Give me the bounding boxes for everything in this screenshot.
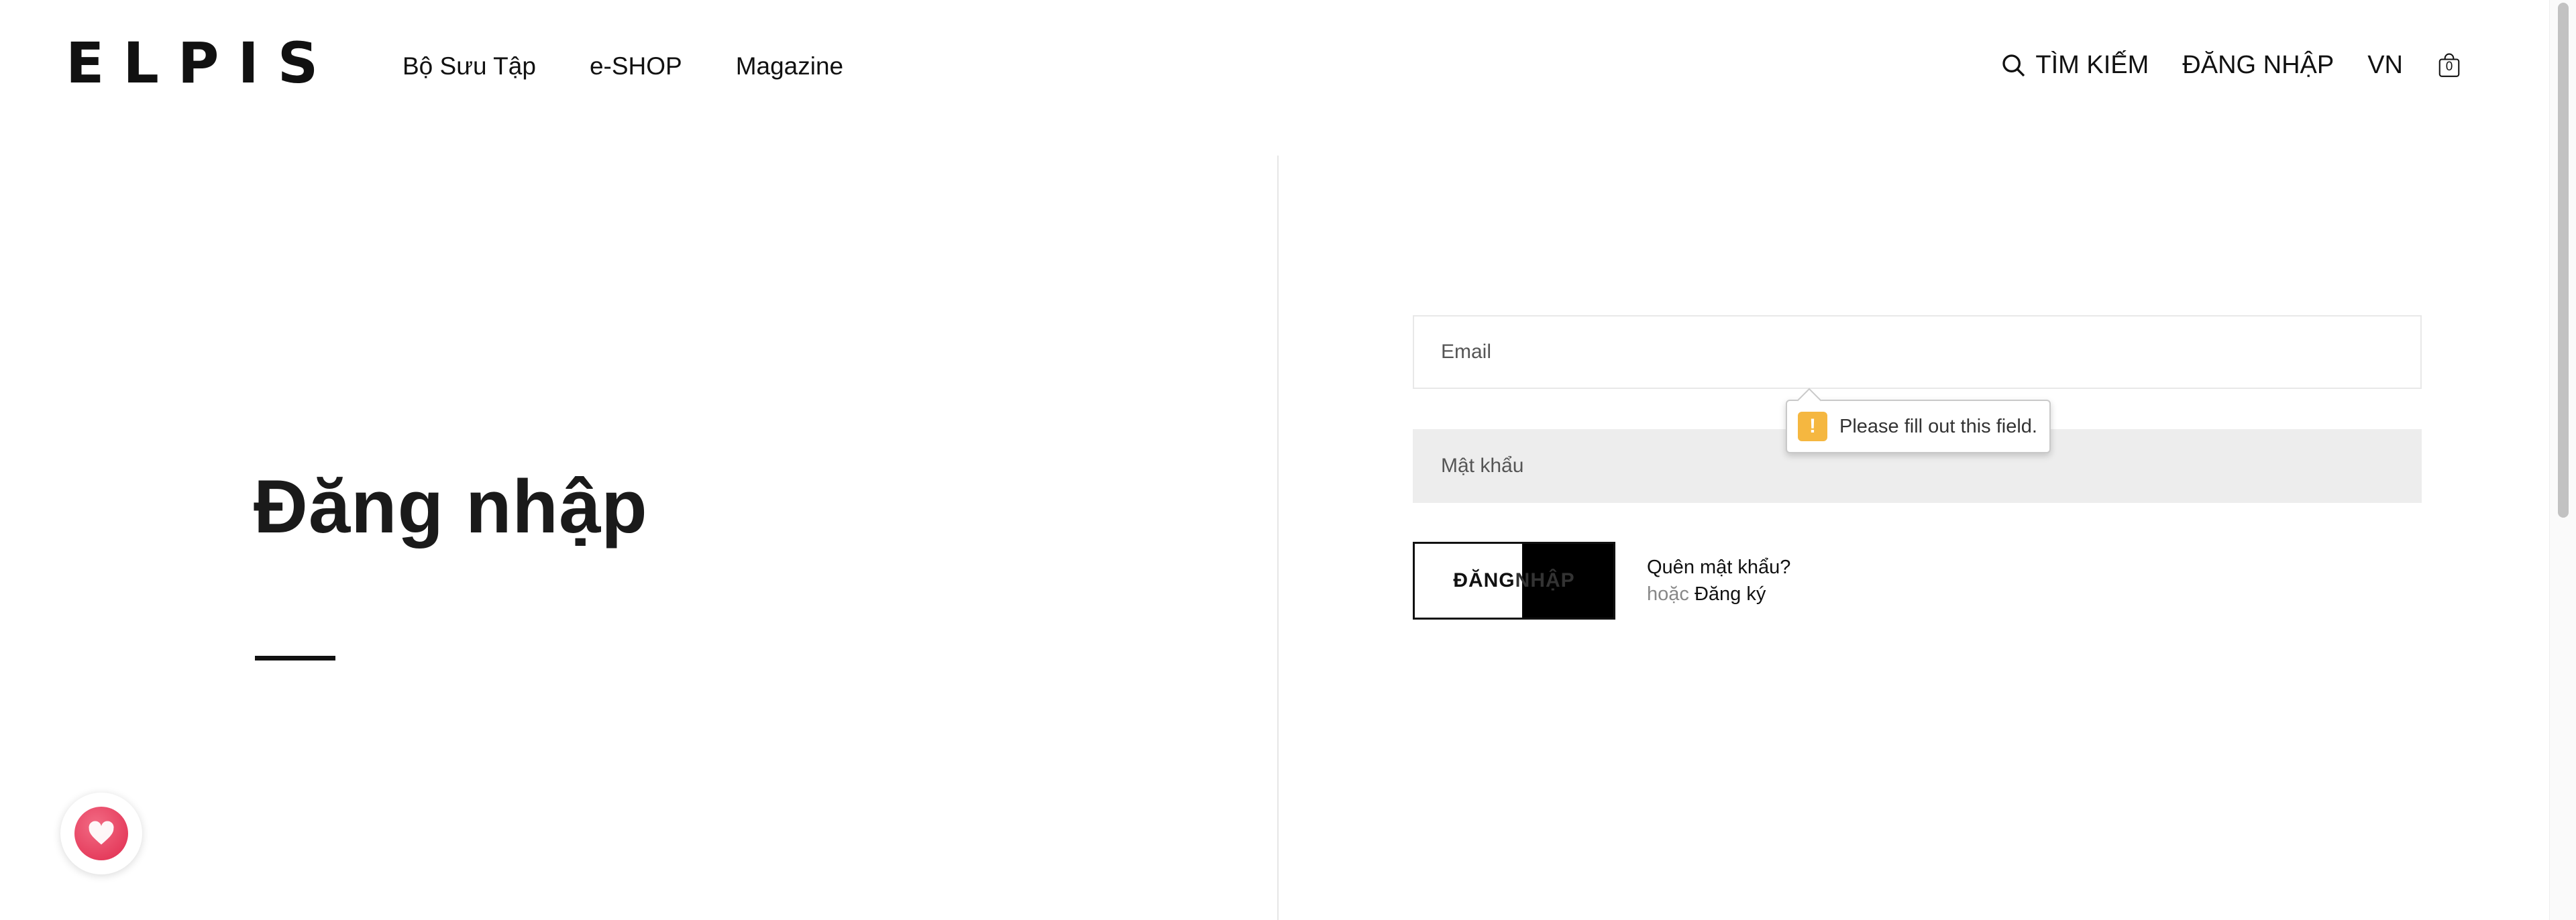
login-link[interactable]: ĐĂNG NHẬP <box>2182 51 2334 80</box>
page-title: Đăng nhập <box>254 465 648 549</box>
panel-divider <box>1277 156 1279 920</box>
search-icon <box>2002 54 2025 76</box>
forgot-password-link[interactable]: Quên mật khẩu? <box>1647 554 1790 581</box>
search-label: TÌM KIẾM <box>2035 51 2149 79</box>
nav-item-magazine[interactable]: Magazine <box>736 52 843 80</box>
title-underline <box>255 656 335 660</box>
wishlist-button[interactable] <box>60 793 142 874</box>
cart-count: 0 <box>2445 59 2453 74</box>
scrollbar-thumb[interactable] <box>2558 3 2569 518</box>
validation-message: Please fill out this field. <box>1839 415 2037 437</box>
brand-logo[interactable]: ELPIS <box>66 35 337 91</box>
wishlist-badge <box>74 807 128 860</box>
submit-label-part2: NHẬP <box>1515 569 1575 591</box>
email-field[interactable] <box>1413 315 2422 389</box>
register-link[interactable]: Đăng ký <box>1695 583 1766 605</box>
or-text: hoặc <box>1647 583 1689 605</box>
site-header: ELPIS Bộ Sưu Tập e-SHOP Magazine TÌM KIẾ… <box>0 0 2549 134</box>
language-switch[interactable]: VN <box>2367 51 2403 80</box>
validation-tooltip: ! Please fill out this field. <box>1786 400 2051 453</box>
nav-item-collections[interactable]: Bộ Sưu Tập <box>402 52 536 80</box>
cart-button[interactable]: 0 <box>2436 53 2462 78</box>
header-actions: TÌM KIẾM ĐĂNG NHẬP VN 0 <box>2000 51 2462 80</box>
main-nav: Bộ Sưu Tập e-SHOP Magazine <box>402 52 843 80</box>
nav-item-eshop[interactable]: e-SHOP <box>590 52 682 80</box>
search-button[interactable]: TÌM KIẾM <box>2000 51 2149 80</box>
login-submit-button[interactable]: ĐĂNG NHẬP <box>1413 542 1615 620</box>
auth-links: Quên mật khẩu? hoặc Đăng ký <box>1647 554 1790 608</box>
warning-icon: ! <box>1798 412 1827 441</box>
register-line: hoặc Đăng ký <box>1647 581 1790 608</box>
page-scrollbar[interactable] <box>2549 0 2576 920</box>
submit-label-part1: ĐĂNG <box>1453 569 1515 591</box>
heart-icon <box>89 821 114 845</box>
